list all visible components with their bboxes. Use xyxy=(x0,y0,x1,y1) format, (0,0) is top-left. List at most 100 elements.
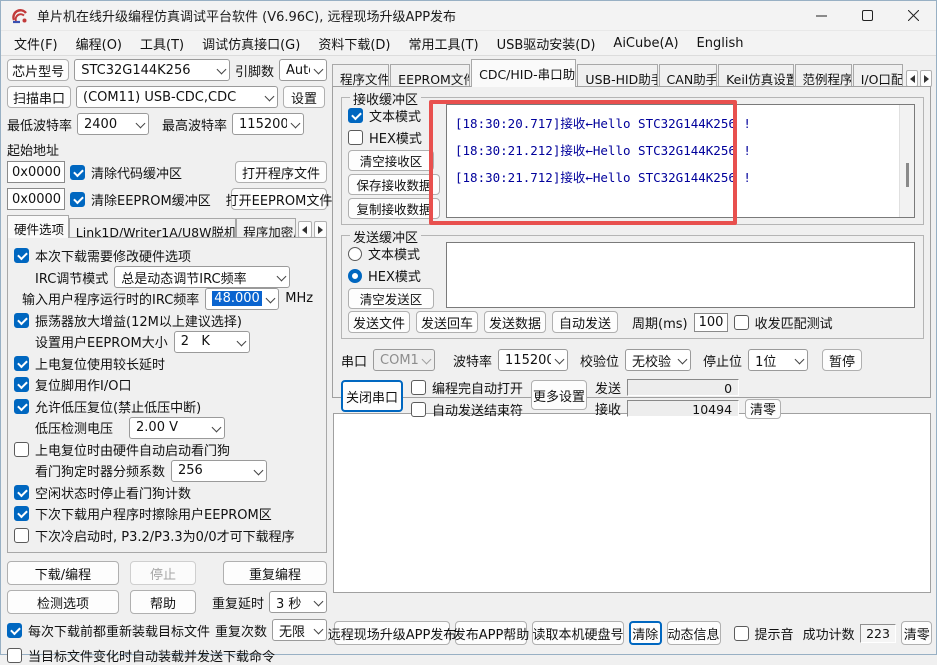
period-input[interactable]: 100 xyxy=(693,312,728,332)
reload-each-download-checkbox[interactable]: 每次下载前都重新装载目标文件 xyxy=(7,621,210,640)
cold-boot-cond-checkbox[interactable]: 下次冷启动时, P3.2/P3.3为0/0才可下载程序 xyxy=(14,525,322,547)
tab-cdc-hid-serial-helper[interactable]: CDC/HID-串口助手 xyxy=(471,59,577,87)
menu-program[interactable]: 编程(O) xyxy=(67,31,131,56)
baud-select[interactable]: 115200 xyxy=(498,349,569,371)
send-data-button[interactable]: 发送数据 xyxy=(484,311,546,333)
match-test-checkbox[interactable]: 收发匹配测试 xyxy=(733,313,833,332)
tab-program-encrypt[interactable]: 程序加密后 xyxy=(236,218,297,238)
chevron-down-icon xyxy=(314,598,322,606)
scan-port-button[interactable]: 扫描串口 xyxy=(7,86,71,108)
tab-can-helper[interactable]: CAN助手 xyxy=(658,64,718,87)
receive-scrollbar[interactable] xyxy=(899,105,914,217)
clear-send-button[interactable]: 清空发送区 xyxy=(348,288,434,309)
menu-debug-interface[interactable]: 调试仿真接口(G) xyxy=(193,31,309,56)
tab-scroll-right-button[interactable] xyxy=(920,70,933,87)
modify-options-checkbox[interactable]: 本次下载需要修改硬件选项 xyxy=(14,245,322,267)
osc-gain-checkbox[interactable]: 振荡器放大增益(12M以上建议选择) xyxy=(14,310,322,332)
wdt-div-select[interactable]: 256 xyxy=(171,459,268,482)
port-settings-button[interactable]: 设置 xyxy=(283,86,325,108)
tab-sample-programs[interactable]: 范例程序 xyxy=(794,64,852,87)
menu-file[interactable]: 文件(F) xyxy=(5,31,67,56)
menu-downloads[interactable]: 资料下载(D) xyxy=(309,31,399,56)
tab-scroll-left-button[interactable] xyxy=(906,70,919,87)
minimize-button[interactable] xyxy=(798,1,844,31)
read-disk-id-button[interactable]: 读取本机硬盘号 xyxy=(532,621,624,645)
repeat-delay-select[interactable]: 3 秒 xyxy=(269,591,327,613)
publish-app-help-button[interactable]: 发布APP帮助 xyxy=(453,621,529,645)
long-delay-checkbox[interactable]: 上电复位使用较长延时 xyxy=(14,353,322,375)
serial-port-value: (COM11) USB-CDC,CDC xyxy=(83,89,237,105)
send-textarea[interactable] xyxy=(446,242,915,308)
lvd-label: 低压检测电压 xyxy=(35,422,114,438)
menu-common-tools[interactable]: 常用工具(T) xyxy=(399,31,487,56)
send-text-mode-radio[interactable]: 文本模式 xyxy=(348,244,444,263)
auto-open-after-program-checkbox[interactable]: 编程完自动打开 xyxy=(411,378,523,397)
open-program-file-button[interactable]: 打开程序文件 xyxy=(235,161,327,183)
serial-com-select[interactable]: COM11 xyxy=(373,349,436,371)
min-baud-select[interactable]: 2400 xyxy=(77,113,150,135)
tab-offline-programmer[interactable]: Link1D/Writer1A/U8W脱机 xyxy=(68,218,237,238)
stop-bits-select[interactable]: 1位 xyxy=(748,349,809,371)
parity-select[interactable]: 无校验 xyxy=(625,349,692,371)
tab-keil-sim-settings[interactable]: Keil仿真设置 xyxy=(718,64,794,87)
send-file-button[interactable]: 发送文件 xyxy=(348,311,410,333)
beep-checkbox[interactable]: 提示音 xyxy=(733,624,794,643)
tab-scroll-left-button[interactable] xyxy=(298,221,312,238)
code-address-input[interactable]: 0x0000 xyxy=(7,161,65,183)
dynamic-info-button[interactable]: 动态信息 xyxy=(666,621,721,645)
more-settings-button[interactable]: 更多设置 xyxy=(531,380,588,410)
clear-receive-button[interactable]: 清空接收区 xyxy=(348,150,434,171)
help-button[interactable]: 帮助 xyxy=(130,590,196,614)
menu-usb-driver[interactable]: USB驱动安装(D) xyxy=(488,31,605,56)
tab-eeprom-file[interactable]: EEPROM文件 xyxy=(390,64,471,87)
lvr-checkbox[interactable]: 允许低压复位(禁止低压中断) xyxy=(14,396,322,418)
download-program-button[interactable]: 下载/编程 xyxy=(7,561,119,585)
reset-success-count-button[interactable]: 清零 xyxy=(901,621,932,645)
auto-load-on-change-checkbox[interactable]: 当目标文件变化时自动装载并发送下载命令 xyxy=(7,646,275,665)
scrollbar-handle[interactable] xyxy=(906,163,909,188)
auto-terminator-checkbox[interactable]: 自动发送结束符 xyxy=(411,400,523,419)
wdt-idle-stop-checkbox[interactable]: 空闲状态时停止看门狗计数 xyxy=(14,482,322,504)
chip-model-button[interactable]: 芯片型号 xyxy=(7,59,70,81)
irc-freq-select[interactable]: 48.000 xyxy=(205,287,280,310)
maximize-button[interactable] xyxy=(844,1,890,31)
close-port-button[interactable]: 关闭串口 xyxy=(341,380,403,412)
reset-counters-button[interactable]: 清零 xyxy=(745,398,782,419)
chevron-down-icon xyxy=(291,120,299,128)
menu-aicube[interactable]: AiCube(A) xyxy=(604,33,687,54)
repeat-program-button[interactable]: 重复编程 xyxy=(223,561,327,585)
irc-mode-select[interactable]: 总是动态调节IRC频率 xyxy=(114,266,291,289)
eeprom-address-input[interactable]: 0x0000 xyxy=(7,188,65,210)
open-eeprom-file-button[interactable]: 打开EEPROM文件 xyxy=(226,188,332,210)
reset-as-io-checkbox[interactable]: 复位脚用作I/O口 xyxy=(14,374,322,396)
erase-eeprom-next-checkbox[interactable]: 下次下载用户程序时擦除用户EEPROM区 xyxy=(14,503,322,525)
max-baud-select[interactable]: 115200 xyxy=(232,113,305,135)
stop-button[interactable]: 停止 xyxy=(130,561,196,585)
tab-usb-hid-helper[interactable]: USB-HID助手 xyxy=(577,64,658,87)
send-enter-button[interactable]: 发送回车 xyxy=(416,311,478,333)
repeat-count-select[interactable]: 无限 xyxy=(272,619,327,641)
tab-io-config[interactable]: I/O口配置 xyxy=(852,64,904,87)
pause-button[interactable]: 暂停 xyxy=(822,349,863,371)
copy-receive-button[interactable]: 复制接收数据 xyxy=(348,198,440,219)
chip-model-select[interactable]: STC32G144K256 xyxy=(74,59,230,81)
send-hex-mode-radio[interactable]: HEX模式 xyxy=(348,266,444,285)
clear-code-buffer-checkbox[interactable]: 清除代码缓冲区 xyxy=(70,163,182,182)
menu-english[interactable]: English xyxy=(688,33,753,54)
pin-count-select[interactable]: Auto xyxy=(279,59,327,81)
tab-program-file[interactable]: 程序文件 xyxy=(332,64,390,87)
remote-upgrade-publish-button[interactable]: 远程现场升级APP发布 xyxy=(328,621,456,645)
clear-button[interactable]: 清除 xyxy=(629,621,662,645)
clear-eeprom-buffer-checkbox[interactable]: 清除EEPROM缓冲区 xyxy=(70,190,211,209)
wdt-hw-start-checkbox[interactable]: 上电复位时由硬件自动启动看门狗 xyxy=(14,439,322,461)
save-receive-button[interactable]: 保存接收数据 xyxy=(348,174,440,195)
auto-send-button[interactable]: 自动发送 xyxy=(552,311,618,333)
eeprom-size-select[interactable]: 2 K xyxy=(173,330,250,353)
serial-port-select[interactable]: (COM11) USB-CDC,CDC xyxy=(76,86,278,108)
menu-tools[interactable]: 工具(T) xyxy=(131,31,193,56)
close-button[interactable] xyxy=(890,1,936,31)
tab-hardware-options[interactable]: 硬件选项 xyxy=(7,215,69,238)
lvd-select[interactable]: 2.00 V xyxy=(129,416,226,439)
check-options-button[interactable]: 检测选项 xyxy=(7,590,119,614)
tab-scroll-right-button[interactable] xyxy=(313,221,327,238)
